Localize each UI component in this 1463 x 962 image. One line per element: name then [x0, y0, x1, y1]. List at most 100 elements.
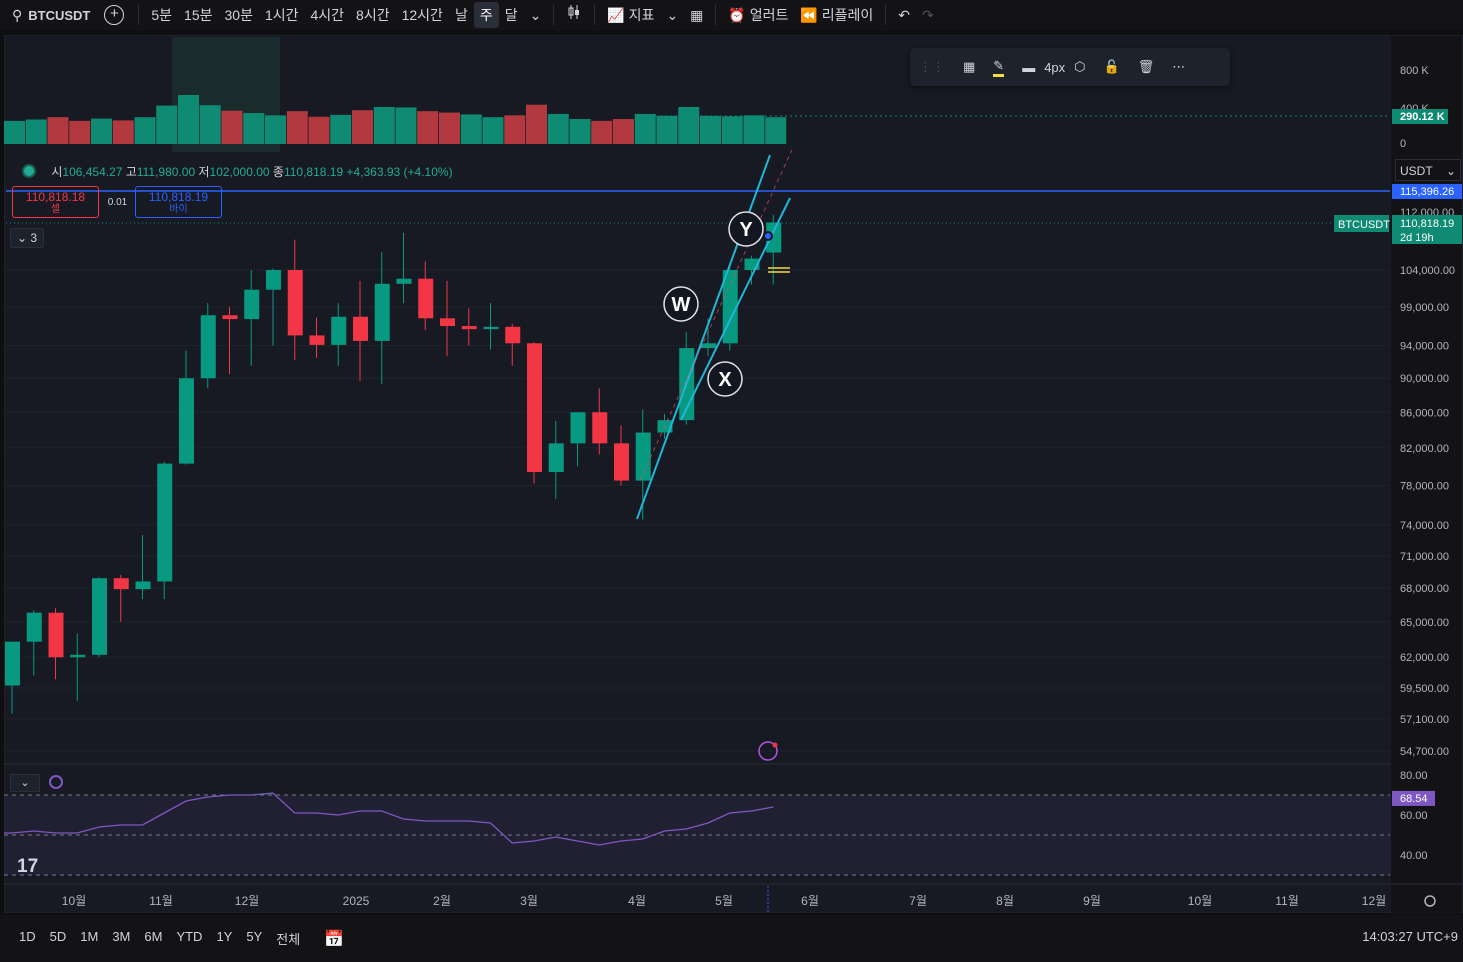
time-tick-label: 9월 — [1083, 894, 1101, 908]
price-tick-label: 82,000.00 — [1400, 443, 1449, 455]
time-tick-label: 6월 — [801, 894, 819, 908]
volume-bar — [243, 113, 265, 144]
last-price-label: 110,818.19 — [1400, 218, 1454, 230]
sell-button[interactable]: 110,818.18 셀 — [12, 186, 99, 218]
line-style-icon[interactable]: ▬ — [1022, 60, 1035, 75]
candle-body — [527, 343, 542, 473]
volume-bar — [439, 112, 460, 144]
rsi-current-label: 68.54 — [1400, 793, 1428, 805]
indicator-count: 3 — [30, 231, 38, 245]
more-icon[interactable]: ⋯ — [1172, 59, 1185, 75]
volume-bar — [678, 107, 700, 144]
range-button[interactable]: 6M — [137, 929, 169, 948]
candle-body — [483, 326, 499, 330]
price-tick-label: 86,000.00 — [1400, 407, 1449, 419]
price-tick-label: 104,000.00 — [1400, 265, 1455, 277]
price-tick-label: 90,000.00 — [1400, 373, 1449, 385]
wave-label: Y — [739, 219, 753, 241]
settings-hex-icon[interactable]: ⬡ — [1074, 59, 1085, 75]
buy-price: 110,818.19 — [148, 190, 209, 204]
cursor-dot — [763, 231, 773, 241]
wave-label: X — [718, 369, 732, 391]
price-tick-label: 68,000.00 — [1400, 583, 1449, 595]
candle-body — [287, 270, 303, 336]
indicators-collapse-button[interactable]: ⌄ 3 — [10, 228, 44, 248]
buy-button[interactable]: 110,818.19 바이 — [135, 186, 222, 218]
close-label: 종 — [272, 165, 284, 179]
candle-body — [570, 412, 586, 444]
candle-body — [635, 432, 651, 481]
range-button[interactable]: 1M — [73, 929, 105, 948]
volume-bar — [721, 116, 743, 144]
ohlc-legend: 시106,454.27 고111,980.00 저102,000.00 종110… — [22, 163, 453, 180]
volume-bar — [47, 117, 69, 144]
range-button[interactable]: YTD — [169, 929, 209, 948]
drawing-toolbar: ⋮⋮ ▦ ✎ ▬ 4px ⬡ 🔓 🗑 ⋯ — [910, 48, 1230, 86]
candle-body — [48, 612, 64, 658]
rsi-collapse-button[interactable]: ⌄ — [10, 774, 40, 792]
range-button[interactable]: 1Y — [209, 929, 239, 948]
clock: 14:03:27 UTC+9 — [1362, 929, 1458, 944]
range-button[interactable]: 5D — [43, 929, 74, 948]
rsi-tick-label: 40.00 — [1400, 850, 1428, 862]
symbol-badge-label: BTCUSDT — [1338, 219, 1390, 231]
drag-handle-icon[interactable]: ⋮⋮ — [919, 59, 945, 75]
candle-body — [614, 443, 629, 481]
countdown-label: 2d 19h — [1400, 232, 1434, 244]
volume-bar — [91, 118, 112, 144]
candle-body — [701, 343, 716, 349]
line-width-label[interactable]: 4px — [1044, 60, 1065, 75]
volume-bar — [591, 120, 613, 144]
currency-select[interactable]: USDT ⌄ — [1395, 159, 1461, 181]
notification-dot — [772, 742, 778, 748]
volume-bar — [417, 111, 439, 144]
chart-canvas[interactable]: W X Y 17 104,000.00 99,000.00 94,000.00 90,00… — [0, 0, 1463, 962]
candle-body — [5, 641, 20, 686]
volume-tick-label: 0 — [1400, 138, 1406, 150]
volume-bar — [634, 113, 656, 144]
candle-body — [418, 278, 434, 319]
time-tick-label: 8월 — [996, 894, 1014, 908]
range-button[interactable]: 전체 — [269, 929, 307, 948]
volume-bar — [656, 115, 678, 144]
candle-body — [157, 463, 173, 582]
time-tick-label: 11월 — [1275, 894, 1299, 908]
chevron-down-icon: ⌄ — [16, 231, 28, 245]
volume-bar — [373, 107, 395, 144]
range-button[interactable]: 5Y — [239, 929, 269, 948]
object-tree-icon[interactable]: ▦ — [963, 59, 975, 75]
candle-body — [440, 318, 455, 327]
volume-bar — [460, 114, 482, 144]
time-tick-label: 5월 — [715, 894, 733, 908]
time-tick-label: 10월 — [62, 894, 86, 908]
volume-bar — [743, 115, 765, 144]
volume-bar — [178, 94, 199, 144]
candle-body — [396, 278, 412, 284]
candle-body — [353, 316, 368, 341]
calendar-icon[interactable]: 📅 — [317, 929, 351, 949]
refresh-icon — [49, 775, 63, 789]
volume-bar — [547, 113, 569, 144]
symbol-status-dot — [22, 164, 36, 178]
candle-body — [505, 326, 521, 344]
candle-body — [548, 443, 564, 473]
volume-bar — [765, 117, 787, 144]
low-value: 102,000.00 — [209, 165, 270, 179]
pencil-icon[interactable]: ✎ — [993, 58, 1005, 77]
candle-body — [309, 335, 325, 345]
volume-bar — [134, 117, 156, 144]
rsi-tick-label: 80.00 — [1400, 770, 1428, 782]
time-tick-label: 4월 — [628, 894, 646, 908]
volume-current-label: 290.12 K — [1400, 111, 1445, 123]
volume-bar — [395, 107, 417, 144]
volume-bar — [330, 114, 352, 144]
range-button[interactable]: 3M — [105, 929, 137, 948]
trash-icon[interactable]: 🗑 — [1138, 59, 1155, 75]
range-button[interactable]: 1D — [12, 929, 43, 948]
lock-icon[interactable]: 🔓 — [1104, 59, 1120, 75]
time-tick-label: 7월 — [909, 894, 927, 908]
wave-label: W — [672, 294, 691, 316]
candle-body — [26, 612, 42, 642]
candle-body — [179, 378, 194, 464]
candle-body — [244, 289, 260, 320]
